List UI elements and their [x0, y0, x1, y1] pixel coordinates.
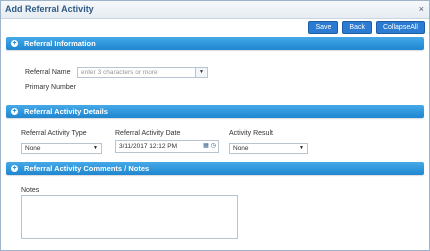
- dialog-title: Add Referral Activity: [5, 4, 94, 14]
- clock-icon[interactable]: ◷: [211, 141, 216, 152]
- section-title: Referral Activity Details: [24, 107, 108, 116]
- notes-label: Notes: [21, 187, 40, 194]
- chevron-down-icon[interactable]: ▼: [195, 68, 207, 77]
- section-title: Referral Information: [24, 39, 96, 48]
- referral-name-input[interactable]: enter 3 characters or more ▼: [77, 67, 208, 78]
- activity-date-input[interactable]: 3/11/2017 12:12 PM ▦ ◷: [115, 140, 219, 153]
- section-title: Referral Activity Comments / Notes: [24, 164, 150, 173]
- save-button[interactable]: Save: [308, 21, 339, 34]
- activity-type-value: None: [25, 145, 41, 152]
- activity-result-value: None: [233, 145, 249, 152]
- section-header-referral-information[interactable]: + Referral Information: [6, 37, 424, 50]
- activity-date-value: 3/11/2017 12:12 PM: [119, 143, 178, 150]
- dialog-titlebar: Add Referral Activity ×: [1, 1, 429, 19]
- activity-result-select[interactable]: None ▼: [229, 143, 308, 154]
- add-referral-activity-dialog: Add Referral Activity × Save Back Collap…: [0, 0, 430, 251]
- activity-type-label: Referral Activity Type: [21, 130, 87, 137]
- section-header-comments-notes[interactable]: + Referral Activity Comments / Notes: [6, 162, 424, 175]
- referral-name-placeholder: enter 3 characters or more: [81, 69, 158, 76]
- primary-number-label: Primary Number: [25, 84, 76, 91]
- expand-toggle-icon[interactable]: +: [11, 165, 18, 172]
- activity-date-label: Referral Activity Date: [115, 130, 181, 137]
- section-header-referral-activity-details[interactable]: + Referral Activity Details: [6, 105, 424, 118]
- back-button[interactable]: Back: [342, 21, 372, 34]
- collapse-all-button[interactable]: CollapseAll: [375, 21, 425, 34]
- activity-result-label: Activity Result: [229, 130, 273, 137]
- chevron-down-icon: ▼: [299, 145, 304, 151]
- notes-textarea[interactable]: [21, 195, 238, 239]
- toolbar: Save Back CollapseAll: [308, 21, 425, 34]
- referral-name-label: Referral Name: [25, 69, 71, 76]
- chevron-down-icon: ▼: [93, 145, 98, 151]
- expand-toggle-icon[interactable]: +: [11, 40, 18, 47]
- close-icon[interactable]: ×: [419, 4, 424, 14]
- date-picker-icons: ▦ ◷: [203, 141, 216, 152]
- expand-toggle-icon[interactable]: +: [11, 108, 18, 115]
- activity-type-select[interactable]: None ▼: [21, 143, 102, 154]
- calendar-icon[interactable]: ▦: [203, 141, 209, 152]
